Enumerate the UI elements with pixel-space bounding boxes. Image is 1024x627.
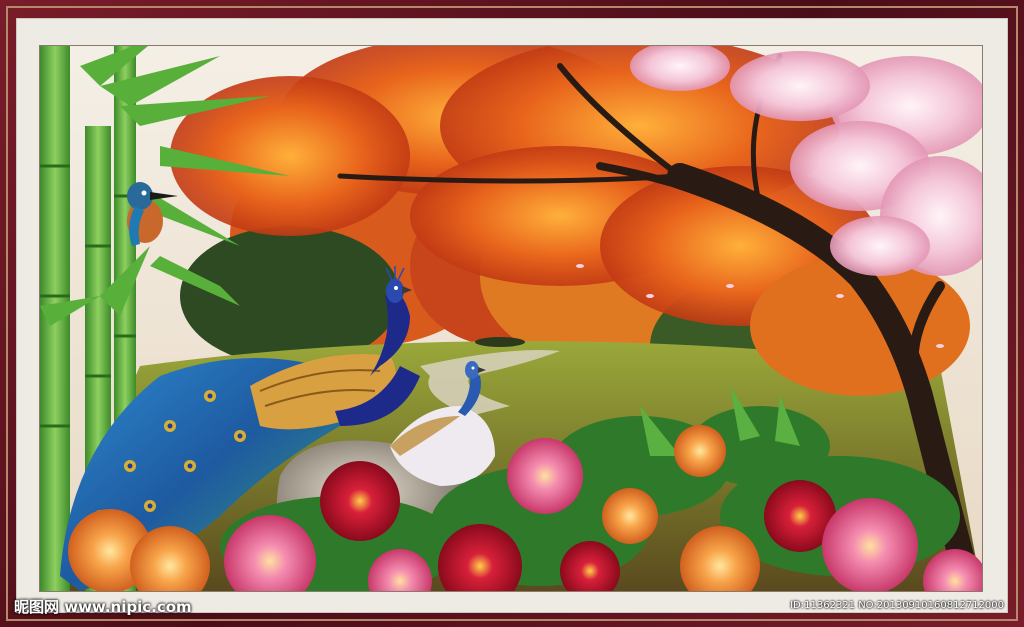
distant-hedge	[475, 337, 525, 347]
painting-scene	[40, 46, 982, 591]
watermark-site: 昵图网 www.nipic.com	[14, 598, 192, 616]
watermark-id: ID:11362321 NO:20130910160812712000	[790, 600, 1004, 611]
